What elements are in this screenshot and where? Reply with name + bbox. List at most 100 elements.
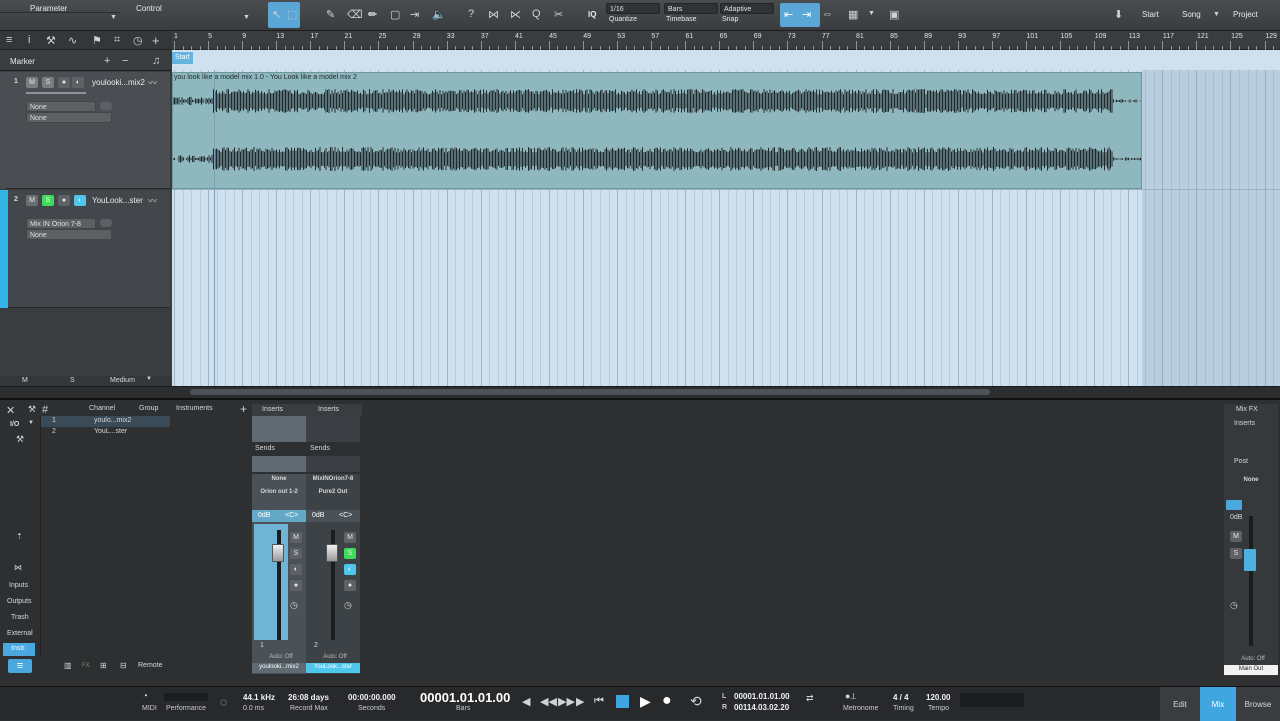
- add-track-icon[interactable]: +: [152, 33, 160, 48]
- volume-fader[interactable]: [326, 544, 338, 562]
- mute-button[interactable]: M: [1230, 531, 1242, 542]
- link-button[interactable]: [1226, 500, 1242, 510]
- seconds-value[interactable]: 00:00:00.000: [348, 693, 396, 702]
- browse-button[interactable]: Browse: [1236, 687, 1280, 721]
- solo-button[interactable]: S: [344, 548, 356, 559]
- marker-lane[interactable]: Start: [172, 50, 1280, 70]
- mixfx-label[interactable]: Mix FX: [1236, 406, 1258, 413]
- mute-button[interactable]: M: [26, 77, 38, 88]
- quantize-select[interactable]: 1/16: [606, 3, 660, 14]
- chevron-down-icon[interactable]: ▼: [146, 376, 152, 382]
- strip-input[interactable]: MixINOrion7-8: [306, 476, 360, 482]
- add-marker-icon[interactable]: +: [104, 55, 110, 67]
- stop-button[interactable]: [616, 695, 629, 708]
- performance-label[interactable]: Performance: [166, 705, 206, 712]
- expand-up-icon[interactable]: ⇡: [16, 532, 23, 541]
- automation-icon[interactable]: ◷: [1230, 600, 1238, 611]
- loop-right-value[interactable]: 00114.03.02.20: [734, 703, 789, 712]
- strip-name[interactable]: YouLook...ster: [306, 663, 360, 673]
- info-icon[interactable]: i: [28, 34, 30, 46]
- metronome-label[interactable]: Metronome: [843, 705, 878, 712]
- midi-label[interactable]: MIDI: [142, 705, 157, 712]
- project-button[interactable]: Project: [1233, 10, 1258, 19]
- fx-icon[interactable]: FX: [82, 663, 90, 669]
- tab-group[interactable]: Group: [139, 405, 158, 412]
- horizontal-scroll-thumb[interactable]: [190, 389, 990, 395]
- output-select[interactable]: None: [26, 112, 112, 123]
- automation-icon[interactable]: ◷: [344, 600, 352, 611]
- download-icon[interactable]: ⬇: [1114, 8, 1123, 21]
- iq-label[interactable]: IQ: [588, 10, 596, 19]
- pan-value[interactable]: <C>: [285, 512, 298, 519]
- insert-slot[interactable]: [252, 416, 306, 442]
- tab-channel[interactable]: Channel: [89, 405, 115, 412]
- mute-button[interactable]: M: [26, 195, 38, 206]
- s-label[interactable]: S: [70, 377, 75, 384]
- nav-inputs[interactable]: Inputs: [9, 582, 28, 589]
- inserts-label[interactable]: Inserts: [318, 406, 339, 413]
- paint-tool-icon[interactable]: ✏: [368, 8, 377, 21]
- volume-fader[interactable]: [1244, 549, 1256, 571]
- song-button[interactable]: Song: [1182, 10, 1201, 19]
- wide-icon[interactable]: ⊟: [120, 661, 127, 670]
- chevron-down-icon[interactable]: ▼: [1213, 11, 1220, 18]
- toggle-icon[interactable]: [100, 102, 112, 110]
- inserts-label[interactable]: Inserts: [262, 406, 283, 413]
- hash-icon[interactable]: #: [42, 404, 48, 416]
- rewind-start-icon[interactable]: ◀: [522, 695, 530, 708]
- audio-bend-icon[interactable]: ⋈: [488, 8, 499, 21]
- timing-value[interactable]: 4 / 4: [893, 693, 909, 702]
- timebase-select[interactable]: Bars: [664, 3, 718, 14]
- monitor-button[interactable]: ◐: [72, 77, 84, 88]
- automation-icon[interactable]: ∿: [68, 34, 77, 47]
- fader-area[interactable]: [254, 524, 288, 640]
- zoom-icon[interactable]: Q: [532, 8, 541, 20]
- follow-icon[interactable]: ⇔: [822, 8, 833, 20]
- io-label[interactable]: I/O: [10, 421, 19, 428]
- tempo-icon[interactable]: ⌗: [114, 34, 120, 47]
- monitor-button[interactable]: ◐: [74, 195, 86, 206]
- volume-fader[interactable]: [272, 544, 284, 562]
- gain-value[interactable]: 0dB: [312, 512, 324, 519]
- remote-button[interactable]: Remote: [138, 662, 163, 669]
- mute-tool-icon[interactable]: ▢: [390, 8, 400, 21]
- strip-silence-icon[interactable]: ⋉: [510, 8, 521, 21]
- snap-to-grid-icon[interactable]: ⇤: [784, 8, 793, 21]
- automation-mode[interactable]: Auto: Off: [310, 654, 360, 660]
- track-header-1[interactable]: 1 M S ● ◐ youlooki...mix2 〰 None None: [0, 72, 170, 189]
- loop-left-value[interactable]: 00001.01.01.00: [734, 692, 790, 701]
- clock-icon[interactable]: ◷: [133, 34, 143, 47]
- start-button[interactable]: Start: [1142, 10, 1159, 19]
- chevron-down-icon[interactable]: ▼: [110, 14, 117, 21]
- chevron-down-icon[interactable]: ▼: [243, 14, 250, 21]
- start-marker[interactable]: Start: [172, 52, 193, 64]
- mute-button[interactable]: M: [290, 532, 302, 543]
- pan-value[interactable]: <C>: [339, 512, 352, 519]
- wrench-icon[interactable]: ⚒: [16, 434, 24, 445]
- close-icon[interactable]: ✕: [6, 404, 15, 417]
- solo-button[interactable]: S: [42, 195, 54, 206]
- gain-value[interactable]: 0dB: [1230, 514, 1242, 521]
- track-header-2[interactable]: 2 M S ● ◐ YouLook...ster 〰 Mix IN Orion …: [0, 190, 170, 308]
- output-select[interactable]: None: [26, 229, 112, 240]
- sends-label[interactable]: Sends: [310, 445, 330, 452]
- nav-trash[interactable]: Trash: [11, 614, 29, 621]
- layout-icon[interactable]: ▣: [889, 8, 899, 21]
- solo-button[interactable]: S: [1230, 548, 1242, 559]
- nav-outputs[interactable]: Outputs: [7, 598, 32, 605]
- record-icon[interactable]: ●: [662, 692, 672, 710]
- track-name[interactable]: youlooki...mix2: [92, 78, 145, 87]
- automation-mode[interactable]: Auto: Off: [256, 654, 306, 660]
- collapse-icon[interactable]: ⋈: [14, 563, 22, 572]
- send-slot[interactable]: [306, 456, 360, 472]
- send-slot[interactable]: [252, 456, 306, 472]
- slice-icon[interactable]: ✂: [554, 8, 563, 21]
- automation-icon[interactable]: ◷: [290, 600, 298, 611]
- tab-instruments[interactable]: Instruments: [176, 405, 213, 412]
- punch-icon[interactable]: ⇄: [806, 693, 814, 704]
- play-icon[interactable]: ▶: [640, 693, 651, 710]
- range-tool-icon[interactable]: ⬚: [287, 8, 297, 21]
- strip-output[interactable]: Pure2 Out: [306, 489, 360, 495]
- rewind-icon[interactable]: ◀◀: [540, 695, 557, 708]
- narrow-icon[interactable]: ⊞: [100, 661, 107, 670]
